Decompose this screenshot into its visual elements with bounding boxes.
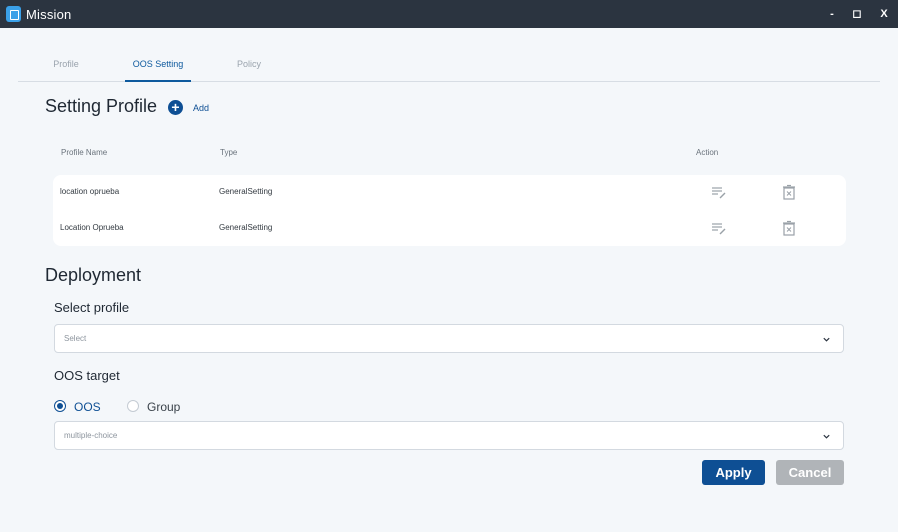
column-header-action: Action — [696, 148, 719, 157]
select-profile-placeholder: Select — [64, 334, 87, 343]
tab-profile[interactable]: Profile — [45, 52, 87, 82]
edit-icon[interactable] — [711, 184, 727, 200]
column-header-profile-name: Profile Name — [61, 148, 108, 157]
oos-radio-label[interactable]: OOS — [74, 400, 101, 414]
group-radio[interactable] — [127, 400, 139, 412]
select-profile-label: Select profile — [54, 300, 130, 315]
profile-type-cell: GeneralSetting — [219, 223, 273, 232]
window-title: Mission — [26, 7, 72, 22]
select-profile-dropdown[interactable]: Select — [54, 324, 844, 353]
app-logo-icon — [6, 6, 21, 22]
cancel-button[interactable]: Cancel — [776, 460, 844, 485]
chevron-down-icon — [823, 337, 830, 342]
profile-name-cell: Location Oprueba — [60, 223, 124, 232]
maximize-button[interactable]: ◻ — [847, 5, 867, 23]
column-header-type: Type — [220, 148, 238, 157]
tab-oos-setting[interactable]: OOS Setting — [125, 52, 191, 82]
chevron-down-icon — [823, 434, 830, 439]
delete-icon[interactable] — [781, 220, 797, 236]
minimize-button[interactable]: - — [822, 5, 842, 23]
oos-target-multiselect[interactable]: multiple-choice — [54, 421, 844, 450]
profile-table: location oprueba GeneralSetting Location… — [53, 175, 846, 246]
delete-icon[interactable] — [781, 184, 797, 200]
group-radio-label[interactable]: Group — [147, 400, 180, 414]
profile-type-cell: GeneralSetting — [219, 187, 273, 196]
title-bar: Mission - ◻ X — [0, 0, 898, 28]
oos-target-label: OOS target — [54, 368, 120, 383]
add-profile-button[interactable]: Add — [193, 103, 209, 113]
deployment-title: Deployment — [45, 265, 142, 285]
add-profile-icon[interactable]: + — [168, 100, 183, 115]
tab-policy[interactable]: Policy — [230, 52, 268, 82]
setting-profile-title: Setting Profile — [45, 96, 158, 116]
tab-bar: Profile OOS Setting Policy — [18, 52, 880, 82]
close-window-button[interactable]: X — [874, 5, 894, 23]
apply-button[interactable]: Apply — [702, 460, 765, 485]
edit-icon[interactable] — [711, 220, 727, 236]
oos-target-placeholder: multiple-choice — [64, 431, 118, 440]
oos-radio[interactable] — [54, 400, 66, 412]
profile-name-cell: location oprueba — [60, 187, 120, 196]
